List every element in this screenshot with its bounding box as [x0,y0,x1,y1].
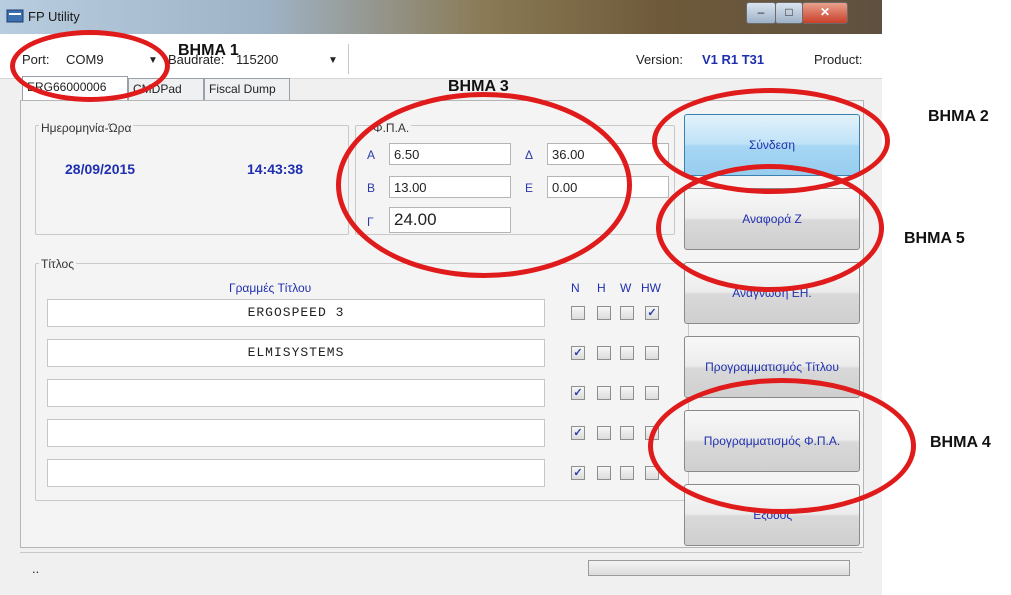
vat-letter-b: B [367,181,376,195]
chevron-down-icon: ▼ [148,55,158,66]
toolbar-divider [348,44,349,74]
title-line-flag-checkbox[interactable] [645,346,659,360]
title-line-flag-checkbox[interactable] [597,306,611,320]
read-ej-button[interactable]: Ανάγνωση ΕΗ. [684,262,860,324]
date-value: 28/09/2015 [65,161,136,177]
title-line-flag-checkbox[interactable] [645,386,659,400]
port-label: Port: [22,52,50,67]
title-line-flag-checkbox[interactable] [597,426,611,440]
connect-button[interactable]: Σύνδεση [684,114,860,176]
app-window: FP Utility – □ ✕ Port: COM9 ▼ Baudrate: … [0,0,882,595]
title-line-flag-checkbox[interactable] [620,386,634,400]
title-lines-header: Γραμμές Τίτλου [229,281,312,295]
minimize-icon: – [757,5,765,19]
title-line-flag-checkbox[interactable] [620,346,634,360]
port-value: COM9 [66,52,104,67]
title-line-input[interactable]: ERGOSPEED 3 [47,299,545,327]
version-value: V1 R1 T31 [702,52,765,67]
title-line-flag-checkbox[interactable] [597,346,611,360]
close-button[interactable]: ✕ [802,2,848,24]
baud-value: 115200 [236,52,279,67]
maximize-button[interactable]: □ [775,2,803,24]
vat-letter-e: E [525,181,534,195]
flag-header-hw: HW [641,281,661,295]
progress-bar [588,560,850,576]
close-icon: ✕ [819,5,831,19]
vat-rate-c-input[interactable]: 24.00 [389,207,511,233]
title-line-flag-checkbox[interactable] [620,466,634,480]
vat-letter-a: A [367,148,376,162]
title-group-title: Τίτλος [39,257,77,271]
product-label: Product: [814,52,863,67]
chevron-down-icon: ▼ [328,55,338,66]
title-line-flag-checkbox[interactable]: ✓ [571,426,585,440]
title-line-flag-checkbox[interactable] [571,306,585,320]
tab-fiscal-dump[interactable]: Fiscal Dump [204,78,290,100]
title-line-input[interactable] [47,379,545,407]
connection-toolbar: Port: COM9 ▼ Baudrate: 115200 ▼ Version:… [0,34,882,79]
flag-header-w: W [620,281,632,295]
version-label: Version: [636,52,683,67]
time-value: 14:43:38 [247,161,304,177]
title-line-flag-checkbox[interactable] [597,466,611,480]
app-window-icon [6,9,24,23]
minimize-button[interactable]: – [746,2,776,24]
tab-device[interactable]: ERG66000006 [22,76,128,100]
tab-cmdpad[interactable]: CMDPad [128,78,204,100]
vat-rate-d-input[interactable]: 36.00 [547,143,669,165]
baud-select[interactable]: 115200 ▼ [232,48,342,70]
vat-group-title: Φ.Π.Α. [371,121,412,135]
vat-rate-a-input[interactable]: 6.50 [389,143,511,165]
title-line-flag-checkbox[interactable]: ✓ [645,306,659,320]
annotation-step5: BHMA 5 [904,230,965,247]
port-select[interactable]: COM9 ▼ [62,48,160,70]
annotation-step4: BHMA 4 [930,434,991,451]
title-line-flag-checkbox[interactable]: ✓ [571,386,585,400]
title-line-flag-checkbox[interactable] [645,466,659,480]
program-title-button[interactable]: Προγραμματισμός Τίτλου [684,336,860,398]
title-line-flag-checkbox[interactable] [645,426,659,440]
window-title: FP Utility [28,9,80,24]
vat-letter-d: Δ [525,148,534,162]
datetime-group-title: Ημερομηνία-Ώρα [39,121,134,135]
title-bar[interactable]: FP Utility – □ ✕ [0,0,882,34]
vat-rate-b-input[interactable]: 13.00 [389,176,511,198]
title-line-flag-checkbox[interactable]: ✓ [571,346,585,360]
status-text: .. [32,561,40,576]
title-line-flag-checkbox[interactable] [620,426,634,440]
z-report-button[interactable]: Αναφορά Ζ [684,188,860,250]
program-vat-button[interactable]: Προγραμματισμός Φ.Π.Α. [684,410,860,472]
vat-rate-e-input[interactable]: 0.00 [547,176,669,198]
title-line-flag-checkbox[interactable] [597,386,611,400]
title-line-input[interactable]: ELMISYSTEMS [47,339,545,367]
title-line-input[interactable] [47,419,545,447]
annotation-step2: BHMA 2 [928,108,989,125]
maximize-icon: □ [785,5,793,19]
flag-header-h: H [597,281,606,295]
vat-letter-c: Γ [367,215,374,229]
title-line-flag-checkbox[interactable]: ✓ [571,466,585,480]
flag-header-n: N [571,281,580,295]
title-line-flag-checkbox[interactable] [620,306,634,320]
title-line-input[interactable] [47,459,545,487]
annotation-step1: BHMA 1 [178,42,239,59]
exit-button[interactable]: Έξοδος [684,484,860,546]
annotation-step3: BHMA 3 [448,78,509,95]
datetime-group [35,125,349,235]
